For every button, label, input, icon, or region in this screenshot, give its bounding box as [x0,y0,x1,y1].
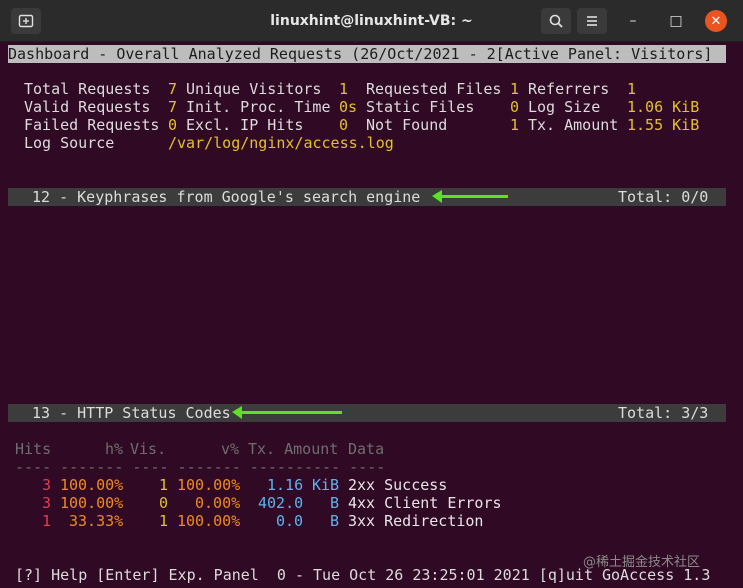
cell-data: 3xx Redirection [348,512,484,530]
col-visitors-percent: v% [221,440,240,458]
panel-13-total: Total: 3/3 [618,404,709,422]
stat-value: 7 [168,98,178,116]
cell-visitors: 1 [159,512,169,530]
close-icon: ✕ [710,13,722,29]
menu-button[interactable] [577,8,607,34]
annotation-arrow [232,406,342,419]
cell-tx-amount: 0.0 [276,512,304,530]
search-icon [549,14,563,28]
cell-visitors-percent: 0.00% [195,494,241,512]
cell-visitors: 0 [159,494,169,512]
panel-12-total: Total: 0/0 [618,188,709,206]
stat-value: 1 [510,80,520,98]
cell-visitors: 1 [159,476,169,494]
stat-label: Tx. Amount [528,116,619,134]
search-button[interactable] [541,8,571,34]
cell-tx-amount: 402.0 [258,494,304,512]
stat-label: Excl. IP Hits [186,116,304,134]
stat-value: 0 [339,116,349,134]
cell-tx-unit: KiB [312,476,340,494]
stat-label: Unique Visitors [186,80,322,98]
stat-label: Log Size [528,98,601,116]
stat-label: Static Files [366,98,475,116]
stat-value: 1 [627,80,637,98]
cell-data: 4xx Client Errors [348,494,502,512]
annotation-arrow [432,190,508,203]
stat-label: Init. Proc. Time [186,98,331,116]
watermark: @稀土掘金技术社区 [583,555,701,570]
maximize-icon: □ [669,13,683,29]
cell-hits: 3 [42,476,52,494]
stat-label: Valid Requests [24,98,151,116]
stat-label: Referrers [528,80,610,98]
stat-value: 0 [510,98,520,116]
stat-label: Failed Requests [24,116,160,134]
col-hits: Hits [15,440,52,458]
cell-hits-percent: 100.00% [60,476,124,494]
cell-hits: 1 [42,512,52,530]
stat-label: Not Found [366,116,448,134]
col-data: Data [348,440,385,458]
stat-value: 0 [168,116,178,134]
cell-hits-percent: 33.33% [69,512,124,530]
stat-label: Total Requests [24,80,151,98]
dashboard-header: Dashboard - Overall Analyzed Requests (2… [8,45,726,63]
col-visitors: Vis. [130,440,167,458]
stat-value: 7 [168,80,178,98]
cell-tx-unit: B [330,512,340,530]
stat-label: Requested Files [366,80,502,98]
stat-value: 1 [510,116,520,134]
col-hits-percent: h% [105,440,124,458]
terminal-area[interactable]: Dashboard - Overall Analyzed Requests (2… [0,42,743,588]
table-separator: ---- ------- ---- ------- ---------- ---… [15,458,386,476]
stat-value: 0s [339,98,358,116]
panel-13-header[interactable]: 13 - HTTP Status Codes Total: 3/3 [8,404,726,422]
stat-value: 1.55 KiB [627,116,700,134]
cell-visitors-percent: 100.00% [177,476,241,494]
hamburger-menu-icon [587,16,597,26]
maximize-button[interactable]: □ [667,12,685,30]
minimize-button[interactable]: – [624,12,642,30]
close-button[interactable]: ✕ [705,10,727,32]
window-titlebar: linuxhint@linuxhint-VB: ~ – □ ✕ [0,0,743,42]
cell-data: 2xx Success [348,476,448,494]
cell-visitors-percent: 100.00% [177,512,241,530]
minimize-icon: – [629,13,637,29]
panel-12-title: 12 - Keyphrases from Google's search eng… [32,188,421,206]
cell-tx-unit: B [330,494,340,512]
log-source-label: Log Source [24,134,115,152]
stat-value: 1.06 KiB [627,98,700,116]
col-tx-amount: Tx. Amount [248,440,339,458]
panel-12-header[interactable]: 12 - Keyphrases from Google's search eng… [8,188,726,206]
cell-hits-percent: 100.00% [60,494,124,512]
cell-tx-amount: 1.16 [267,476,304,494]
stat-value: 1 [339,80,349,98]
log-source-value: /var/log/nginx/access.log [168,134,394,152]
panel-13-title: 13 - HTTP Status Codes [32,404,231,422]
cell-hits: 3 [42,494,52,512]
